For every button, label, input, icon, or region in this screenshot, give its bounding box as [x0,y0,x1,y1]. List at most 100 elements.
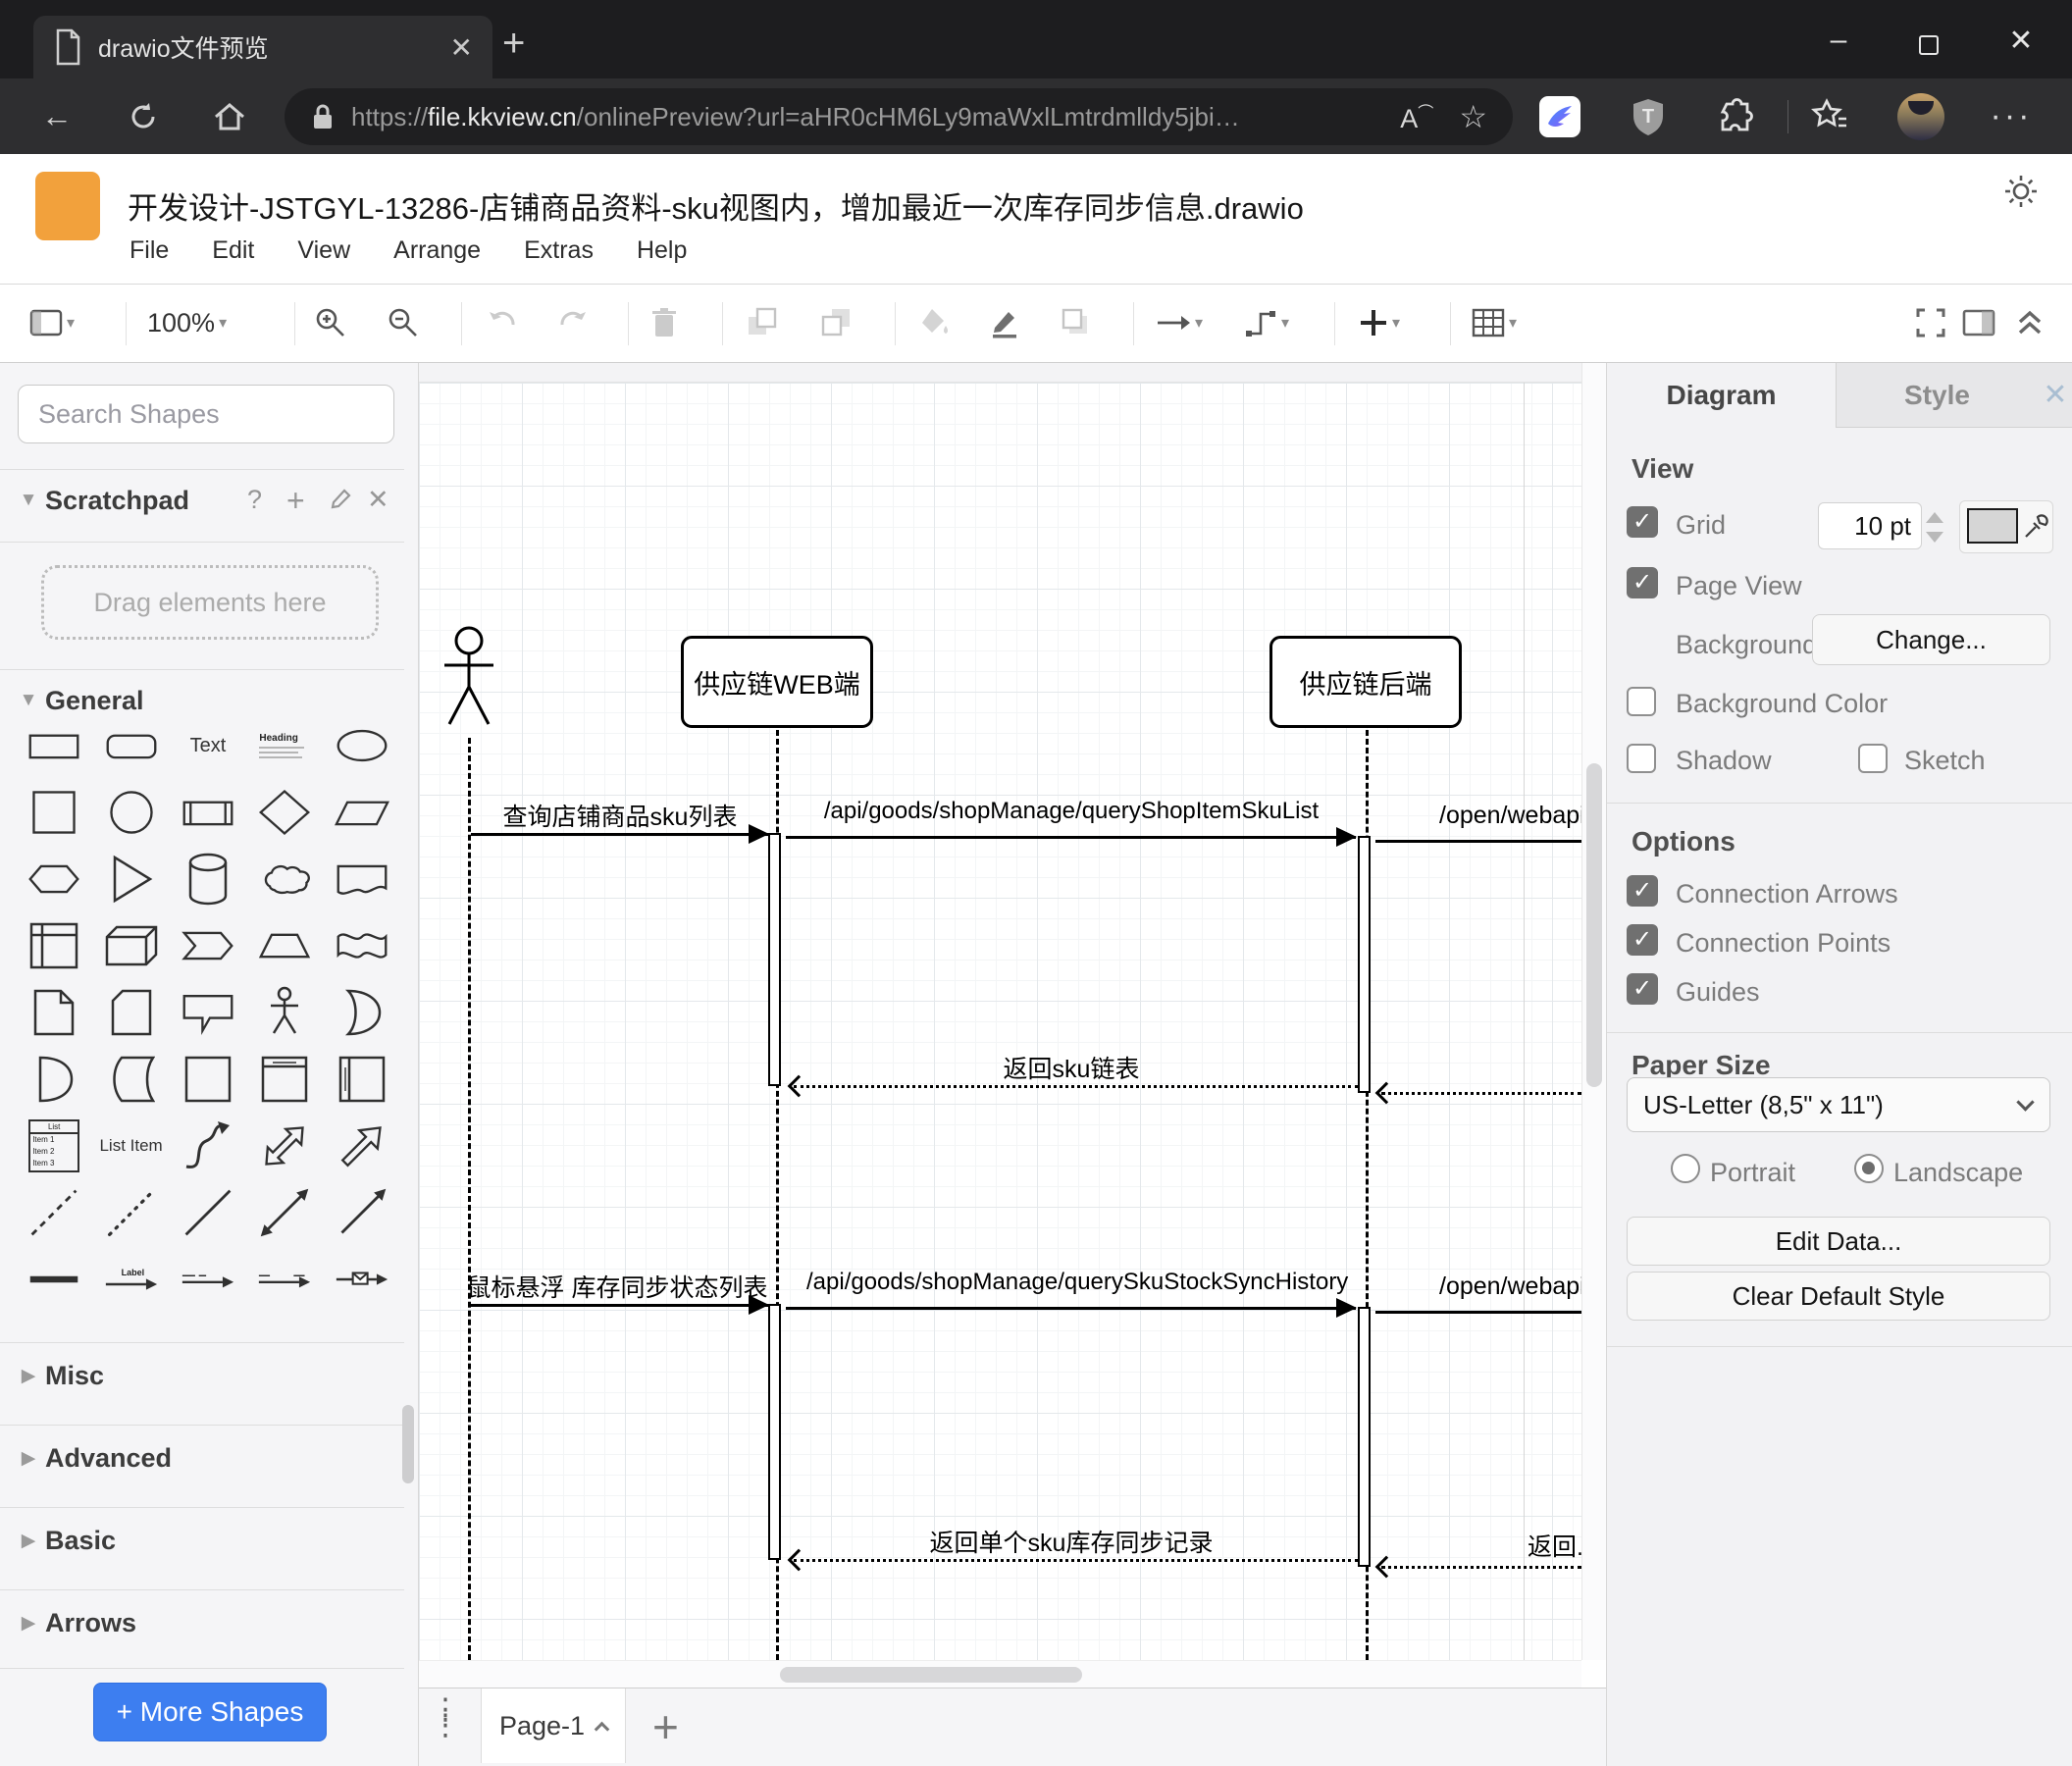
landscape-radio[interactable] [1854,1154,1884,1183]
web-activation-bar[interactable] [768,1304,781,1560]
panel-close-icon[interactable]: ✕ [2038,363,2072,428]
zoom-dropdown[interactable]: 100% ▾ [147,285,227,361]
shape-bidirectional-connector[interactable] [246,1179,323,1246]
undo-icon[interactable] [486,285,521,361]
tampermonkey-extension-icon[interactable]: T [1621,78,1676,154]
connection-points-checkbox[interactable]: ✓ [1627,924,1658,956]
message-label[interactable]: 返回sku链表 [841,1050,1302,1085]
menu-help[interactable]: Help [637,236,687,265]
message-label[interactable]: 返回单个sku库存同步记录 [841,1524,1302,1559]
diagram-canvas[interactable]: 供应链WEB端 供应链后端 查询店铺商品sku列表 /api/goods/sho… [419,363,1581,1660]
shape-triangle[interactable] [92,846,169,912]
grid-size-decrement[interactable] [1926,532,1943,543]
fill-color-icon[interactable] [918,285,952,361]
connection-arrows-checkbox[interactable]: ✓ [1627,875,1658,907]
zoom-out-icon[interactable] [387,285,420,361]
page-tab[interactable]: Page-1 [481,1688,626,1763]
message-label[interactable]: /open/webapi/item [1439,1273,1581,1301]
shape-dotted-line[interactable] [92,1179,169,1246]
scrollbar-thumb[interactable] [780,1667,1082,1683]
return-arrow[interactable] [794,1559,1358,1562]
web-lifeline-box[interactable]: 供应链WEB端 [681,636,873,728]
shape-link[interactable] [16,1246,92,1313]
web-activation-bar[interactable] [768,833,781,1086]
collections-icon[interactable] [1803,78,1858,154]
message-label[interactable]: 查询店铺商品sku列表 [458,798,782,833]
message-label[interactable]: /open/webapi/ [1439,802,1581,830]
backend-activation-bar[interactable] [1358,836,1371,1093]
tab-diagram[interactable]: Diagram [1607,363,1836,428]
message-label[interactable]: 返回... [1528,1528,1581,1563]
shape-rounded-rectangle[interactable] [92,712,169,779]
shape-cylinder[interactable] [170,846,246,912]
return-arrow[interactable] [1381,1566,1581,1569]
pages-menu-icon[interactable]: ⋮ ⋮ [431,1695,460,1740]
shape-heading[interactable]: Heading [246,712,323,779]
delete-icon[interactable] [649,285,679,361]
shape-or[interactable] [324,979,400,1046]
sidebar-scrollbar[interactable] [402,1405,414,1483]
section-misc[interactable]: ▶ Misc [0,1354,418,1397]
shape-directional-connector[interactable] [324,1179,400,1246]
shape-note[interactable] [16,979,92,1046]
to-back-icon[interactable] [820,285,854,361]
shape-label-arrow[interactable]: Label [92,1246,169,1313]
shape-envelope-arrow[interactable] [324,1246,400,1313]
shape-and[interactable] [16,1046,92,1113]
shape-trapezoid[interactable] [246,912,323,979]
shape-internal-storage[interactable] [16,912,92,979]
page-view-checkbox[interactable]: ✓ [1627,567,1658,598]
message-arrow[interactable] [786,836,1356,839]
read-aloud-icon[interactable]: A⌒ [1400,99,1433,134]
shape-cloud[interactable] [246,846,323,912]
return-arrow[interactable] [794,1085,1358,1088]
waypoints-icon[interactable]: ▾ [1244,285,1289,361]
scrollbar-thumb[interactable] [1586,763,1602,1087]
guides-checkbox[interactable]: ✓ [1627,973,1658,1005]
format-panel-icon[interactable] [1962,285,1995,361]
canvas-horizontal-scrollbar[interactable] [419,1660,1581,1688]
shape-ellipse[interactable] [324,712,400,779]
shape-source-target-arrow[interactable] [246,1246,323,1313]
favorite-star-icon[interactable]: ☆ [1459,98,1487,135]
maximize-icon[interactable] [1907,29,1950,63]
extensions-puzzle-icon[interactable] [1707,78,1762,154]
shape-curve[interactable] [170,1113,246,1179]
zoom-in-icon[interactable] [314,285,347,361]
change-background-button[interactable]: Change... [1812,614,2050,665]
backend-lifeline-box[interactable]: 供应链后端 [1269,636,1462,728]
grid-size-increment[interactable] [1926,512,1943,523]
scratchpad-close-icon[interactable]: ✕ [367,485,389,515]
shape-callout[interactable] [170,979,246,1046]
menu-extras[interactable]: Extras [524,236,594,265]
shape-text[interactable]: Text [170,712,246,779]
shape-horizontal-container[interactable] [324,1046,400,1113]
browser-tab[interactable]: drawio文件预览 ✕ [33,16,492,78]
scratchpad-section[interactable]: ▼ Scratchpad [0,479,418,522]
shadow-checkbox[interactable] [1627,744,1656,773]
message-label[interactable]: /api/goods/shopManage/querySkuStockSyncH… [806,1269,1348,1296]
menu-file[interactable]: File [130,236,169,265]
shape-tape[interactable] [324,912,400,979]
insert-icon[interactable]: ▾ [1359,285,1400,361]
shape-rectangle[interactable] [16,712,92,779]
canvas-vertical-scrollbar[interactable] [1581,363,1606,1660]
edit-data-button[interactable]: Edit Data... [1627,1217,2050,1266]
tab-close-icon[interactable]: ✕ [450,31,473,64]
shape-step[interactable] [170,912,246,979]
refresh-icon[interactable] [116,78,171,154]
grid-size-input[interactable] [1818,502,1922,549]
more-shapes-button[interactable]: + More Shapes [93,1683,327,1741]
connection-icon[interactable]: ▾ [1156,285,1203,361]
back-icon[interactable]: ← [29,78,84,154]
fullscreen-icon[interactable] [1915,285,1946,361]
shape-source-arrow[interactable] [170,1246,246,1313]
message-label[interactable]: 鼠标悬浮 库存同步状态列表 [440,1269,794,1304]
message-arrow[interactable] [471,833,768,836]
shape-arrow[interactable] [324,1113,400,1179]
collapse-icon[interactable] [2013,285,2046,361]
scratchpad-dropzone[interactable]: Drag elements here [41,565,379,640]
shape-line[interactable] [170,1179,246,1246]
shape-dashed-line[interactable] [16,1179,92,1246]
redo-icon[interactable] [554,285,590,361]
